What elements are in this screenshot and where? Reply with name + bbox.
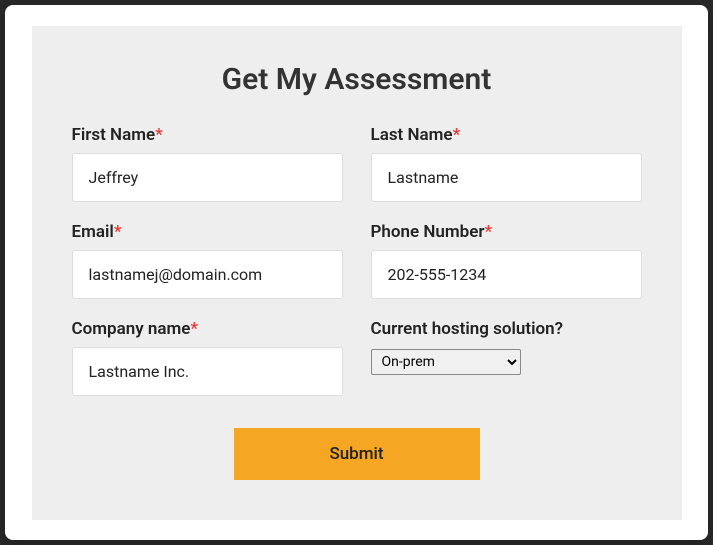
phone-input[interactable] [371,250,642,299]
hosting-label: Current hosting solution? [371,319,642,339]
email-field: Email* [72,222,343,299]
last-name-label-text: Last Name [371,125,453,145]
company-label: Company name* [72,319,343,339]
last-name-input[interactable] [371,153,642,202]
last-name-label: Last Name* [371,125,642,145]
first-name-input[interactable] [72,153,343,202]
email-label-text: Email [72,222,114,242]
assessment-modal: Get My Assessment First Name* Last Name*… [5,5,708,540]
submit-button[interactable]: Submit [234,428,480,480]
phone-field: Phone Number* [371,222,642,299]
form-panel: Get My Assessment First Name* Last Name*… [32,26,682,520]
first-name-label: First Name* [72,125,343,145]
phone-label-text: Phone Number [371,222,485,242]
email-input[interactable] [72,250,343,299]
form-title: Get My Assessment [72,62,642,97]
email-label: Email* [72,222,343,242]
first-name-label-text: First Name [72,125,156,145]
submit-wrap: Submit [72,428,642,480]
first-name-field: First Name* [72,125,343,202]
phone-label: Phone Number* [371,222,642,242]
hosting-field: Current hosting solution? On-prem [371,319,642,396]
company-field: Company name* [72,319,343,396]
required-mark: * [485,222,493,242]
company-input[interactable] [72,347,343,396]
last-name-field: Last Name* [371,125,642,202]
required-mark: * [114,222,122,242]
required-mark: * [155,125,163,145]
company-label-text: Company name [72,319,191,339]
required-mark: * [190,319,198,339]
hosting-select[interactable]: On-prem [371,349,521,375]
required-mark: * [453,125,461,145]
form-grid: First Name* Last Name* Email* Phone Numb… [72,125,642,396]
